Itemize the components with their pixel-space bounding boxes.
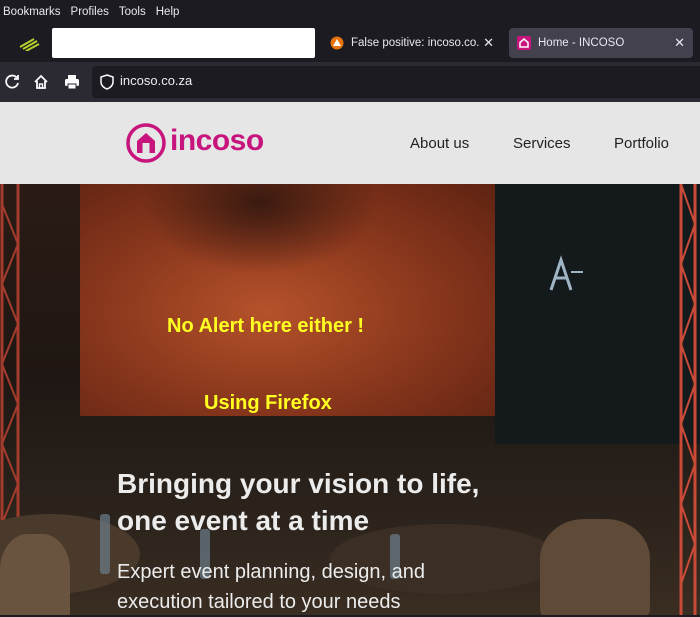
- nav-about-us[interactable]: About us: [410, 135, 469, 152]
- annotation-no-alert: No Alert here either !: [167, 315, 365, 337]
- menu-tools[interactable]: Tools: [119, 6, 146, 18]
- hero-subtitle-line: Expert event planning, design, and: [117, 561, 425, 583]
- truss-right: [679, 184, 697, 615]
- nav-toolbar: incoso.co.za: [0, 62, 700, 102]
- incoso-favicon-icon: [517, 36, 531, 50]
- tab-title: False positive: incoso.co.za flag: [351, 37, 479, 49]
- annotation-using-firefox: Using Firefox: [204, 392, 332, 414]
- site-header: [0, 102, 700, 184]
- shield-icon[interactable]: [98, 73, 116, 91]
- menu-bookmarks[interactable]: Bookmarks: [3, 6, 61, 18]
- menu-help[interactable]: Help: [156, 6, 180, 18]
- hero-subtitle-line: execution tailored to your needs: [117, 591, 401, 613]
- incoso-logo-icon[interactable]: [126, 123, 166, 163]
- menu-bar: Bookmarks Profiles Tools Help: [0, 0, 700, 24]
- hero-background-shadow: [140, 184, 380, 274]
- close-icon[interactable]: ✕: [674, 35, 685, 51]
- reload-icon[interactable]: [2, 72, 22, 92]
- tab-title: Home - INCOSO: [538, 37, 625, 49]
- chair-blur: [0, 534, 70, 615]
- stage-logo-icon: [549, 255, 583, 291]
- bottle-blur: [100, 514, 110, 574]
- home-icon[interactable]: [31, 72, 51, 92]
- close-icon[interactable]: ✕: [483, 35, 494, 51]
- hero-title-line: Bringing your vision to life,: [117, 468, 480, 499]
- print-icon[interactable]: [62, 72, 82, 92]
- logo-text[interactable]: incoso: [170, 124, 264, 158]
- hero-section: [0, 184, 700, 615]
- tab-strip: False positive: incoso.co.za flag ✕ Home…: [0, 24, 700, 62]
- nav-services[interactable]: Services: [513, 135, 571, 152]
- hero-title: Bringing your vision to life, one event …: [117, 465, 637, 539]
- nav-portfolio[interactable]: Portfolio: [614, 135, 669, 152]
- warning-favicon-icon: [330, 36, 344, 50]
- tab-home-incoso[interactable]: Home - INCOSO ✕: [509, 28, 693, 58]
- hero-subtitle: Expert event planning, design, and execu…: [117, 557, 637, 617]
- url-text[interactable]: incoso.co.za: [120, 73, 192, 88]
- menu-profiles[interactable]: Profiles: [71, 6, 109, 18]
- extension-icon[interactable]: [18, 35, 40, 51]
- redacted-tabs-area: [52, 28, 315, 58]
- tab-false-positive[interactable]: False positive: incoso.co.za flag ✕: [322, 28, 502, 58]
- hero-background-panel: [495, 184, 700, 444]
- hero-title-line: one event at a time: [117, 505, 370, 536]
